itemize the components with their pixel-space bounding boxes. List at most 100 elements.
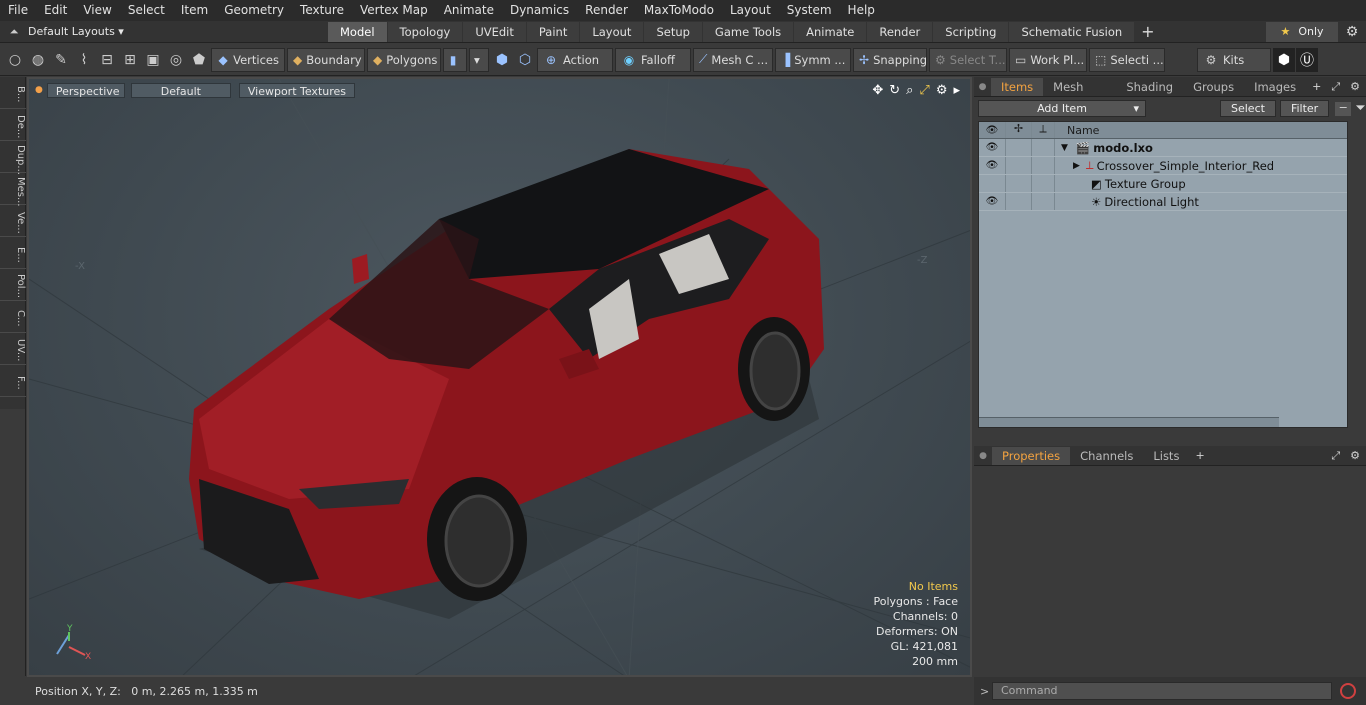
fit-view-icon[interactable]: ⤢ [919, 83, 929, 98]
viewport-textures-button[interactable]: Viewport Textures [238, 82, 356, 98]
add-props-tab-icon[interactable]: + [1189, 447, 1210, 465]
tab-layout[interactable]: Layout [580, 21, 644, 42]
menu-item[interactable]: Item [173, 0, 216, 21]
eye-icon[interactable]: 👁 [979, 196, 1005, 207]
tab-animate[interactable]: Animate [794, 21, 867, 42]
shield-icon[interactable]: ⬟ [188, 47, 210, 72]
select-button[interactable]: Select [1220, 100, 1276, 117]
mode-dropdown[interactable]: ▾ [469, 47, 489, 72]
snap-cube-icon[interactable]: ⬢ [491, 47, 513, 72]
perspective-button[interactable]: Perspective [46, 82, 125, 98]
action-center-button[interactable]: ⊕ Action [537, 47, 613, 72]
expand-arrow-icon[interactable]: ▼ [1061, 143, 1068, 153]
left-tab-edge[interactable]: E... [0, 237, 26, 269]
menu-system[interactable]: System [779, 0, 840, 21]
gear-icon[interactable]: ⚙ [1338, 24, 1366, 40]
viewport-gear-icon[interactable]: ⚙ [936, 83, 948, 98]
tab-properties[interactable]: Properties [992, 447, 1071, 465]
menu-view[interactable]: View [75, 0, 119, 21]
tab-shading[interactable]: Shading [1116, 78, 1183, 96]
kits-button[interactable]: ⚙ Kits [1197, 47, 1271, 72]
add-tab-icon[interactable]: + [1141, 22, 1154, 41]
tree-row-texture-group[interactable]: ◩ Texture Group [979, 175, 1347, 193]
pen-icon[interactable]: ✎ [50, 47, 72, 72]
tab-render[interactable]: Render [867, 21, 933, 42]
left-tab-basic[interactable]: B... [0, 77, 26, 109]
select-circle-icon[interactable]: ○ [4, 47, 26, 72]
globe-icon[interactable]: ◍ [27, 47, 49, 72]
menu-layout[interactable]: Layout [722, 0, 779, 21]
tree-row-scene[interactable]: 👁 ▼ 🎬 modo.lxo [979, 139, 1347, 157]
tab-lists[interactable]: Lists [1143, 447, 1189, 465]
menu-edit[interactable]: Edit [36, 0, 75, 21]
boundary-button[interactable]: ◆ Boundary [287, 47, 365, 72]
work-plane-button[interactable]: ▭ Work Pl... [1009, 47, 1087, 72]
square-target-icon[interactable]: ▣ [142, 47, 164, 72]
tab-paint[interactable]: Paint [526, 21, 580, 42]
item-mode-button[interactable]: ▮ [443, 47, 467, 72]
viewport-arrow-icon[interactable]: ▸ [953, 83, 960, 98]
eye-icon[interactable]: 👁 [979, 142, 1005, 153]
left-tab-duplicate[interactable]: Dup... [0, 141, 26, 175]
snapping-button[interactable]: ✢ Snapping [853, 47, 927, 72]
tab-game-tools[interactable]: Game Tools [702, 21, 794, 42]
menu-vertex-map[interactable]: Vertex Map [352, 0, 436, 21]
menu-geometry[interactable]: Geometry [216, 0, 292, 21]
tab-items[interactable]: Items [991, 78, 1044, 96]
shading-default-button[interactable]: Default [130, 82, 231, 98]
command-input[interactable]: Command [992, 682, 1332, 700]
filter-button[interactable]: Filter [1279, 100, 1330, 117]
tab-mesh-ops[interactable]: Mesh Ops [1043, 78, 1116, 112]
menu-texture[interactable]: Texture [292, 0, 352, 21]
center-icon[interactable]: ⊞ [119, 47, 141, 72]
symmetry-cube-icon[interactable]: ⬡ [514, 47, 536, 72]
falloff-button[interactable]: ◉ Falloff [615, 47, 691, 72]
panel-gear-icon[interactable]: ⚙ [1344, 78, 1366, 96]
tab-setup[interactable]: Setup [644, 21, 702, 42]
menu-help[interactable]: Help [840, 0, 883, 21]
tree-row-light[interactable]: 👁 ☀ Directional Light [979, 193, 1347, 211]
vertices-button[interactable]: ◆ Vertices [211, 47, 285, 72]
left-tab-fusion[interactable]: F... [0, 365, 26, 397]
tree-row-mesh[interactable]: 👁 ▶ ⟂ Crossover_Simple_Interior_Red [979, 157, 1347, 175]
tab-images[interactable]: Images [1244, 78, 1306, 96]
left-tab-uv[interactable]: UV... [0, 333, 26, 365]
rotate-view-icon[interactable]: ↻ [889, 83, 900, 98]
align-icon[interactable]: ⊟ [96, 47, 118, 72]
selection-sets-button[interactable]: ⬚ Selecti ... [1089, 47, 1165, 72]
expand-props-icon[interactable]: ⤢ [1327, 447, 1344, 465]
props-gear-icon[interactable]: ⚙ [1344, 447, 1366, 465]
tab-scripting[interactable]: Scripting [933, 21, 1009, 42]
expand-panel-icon[interactable]: ⤢ [1327, 78, 1344, 96]
add-panel-tab-icon[interactable]: + [1306, 78, 1327, 96]
menu-animate[interactable]: Animate [436, 0, 502, 21]
menu-render[interactable]: Render [577, 0, 636, 21]
menu-file[interactable]: File [0, 0, 36, 21]
3d-viewport[interactable]: -X -Z Y X ● Perspective Default Viewport… [27, 77, 972, 677]
unreal-icon[interactable]: Ⓤ [1296, 47, 1318, 72]
layouts-dropdown[interactable]: Default Layouts ▾ [28, 25, 328, 38]
brush-icon[interactable]: ⌇ [73, 47, 95, 72]
left-tab-mesh-edit[interactable]: Mes... [0, 173, 26, 207]
panel-dot-icon[interactable]: ● [974, 78, 991, 96]
viewport-dot-icon[interactable]: ● [35, 85, 43, 95]
record-icon[interactable] [1340, 683, 1356, 699]
move-view-icon[interactable]: ✥ [872, 83, 883, 98]
tab-uvedit[interactable]: UVEdit [463, 21, 526, 42]
tab-groups[interactable]: Groups [1183, 78, 1244, 96]
tree-scrollbar[interactable] [979, 417, 1279, 427]
tab-channels[interactable]: Channels [1070, 447, 1143, 465]
select-through-button[interactable]: ⚙ Select T... [929, 47, 1007, 72]
left-tab-vertex[interactable]: Ve... [0, 205, 26, 237]
add-item-dropdown-icon[interactable]: ▾ [1133, 101, 1139, 116]
tab-schematic-fusion[interactable]: Schematic Fusion [1009, 21, 1135, 42]
unity-icon[interactable]: ⬢ [1273, 47, 1295, 72]
add-item-button[interactable]: Add Item ▾ [978, 100, 1146, 117]
left-tab-deform[interactable]: De... [0, 109, 26, 141]
left-tab-polygon[interactable]: Pol... [0, 269, 26, 301]
circle-slash-icon[interactable]: ◎ [165, 47, 187, 72]
menu-maxtomodo[interactable]: MaxToModo [636, 0, 722, 21]
eye-icon[interactable]: 👁 [979, 160, 1005, 171]
left-tab-curve[interactable]: C... [0, 301, 26, 333]
polygons-button[interactable]: ◆ Polygons [367, 47, 441, 72]
